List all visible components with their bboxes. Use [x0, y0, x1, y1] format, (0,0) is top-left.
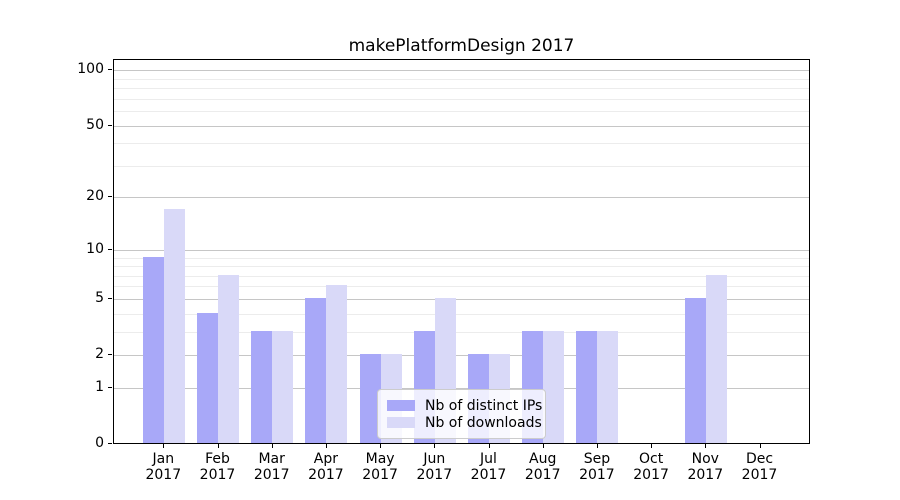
x-tick-year: 2017	[133, 467, 193, 483]
x-tick-year: 2017	[675, 467, 735, 483]
y-minor-gridline	[114, 111, 809, 112]
y-major-gridline	[114, 197, 809, 198]
y-tick-mark	[108, 443, 112, 444]
x-tick-label: Feb2017	[188, 451, 248, 483]
chart-figure: makePlatformDesign 2017 0 1 2 5 10 20 50 100 Jan…	[0, 0, 900, 500]
x-tick-mark	[597, 444, 598, 448]
x-tick-mark	[380, 444, 381, 448]
y-tick-label: 5	[36, 291, 104, 305]
y-minor-gridline	[114, 166, 809, 167]
x-tick-month: Apr	[296, 451, 356, 467]
x-tick-month: Mar	[242, 451, 302, 467]
x-tick-label: Jun2017	[404, 451, 464, 483]
x-tick-year: 2017	[459, 467, 519, 483]
legend-label-distinct-ips: Nb of distinct IPs	[425, 398, 542, 414]
y-tick-label: 2	[36, 347, 104, 361]
legend-swatch-distinct-ips-icon	[387, 400, 415, 411]
x-tick-label: Mar2017	[242, 451, 302, 483]
y-tick-mark	[108, 298, 112, 299]
x-tick-mark	[218, 444, 219, 448]
x-tick-label: Dec2017	[730, 451, 790, 483]
x-tick-year: 2017	[242, 467, 302, 483]
x-tick-year: 2017	[567, 467, 627, 483]
bar-downloads	[706, 275, 727, 443]
x-tick-mark	[651, 444, 652, 448]
y-minor-gridline	[114, 143, 809, 144]
bar-downloads	[272, 331, 293, 443]
x-tick-label: Jul2017	[459, 451, 519, 483]
bar-distinct-ips	[576, 331, 597, 443]
x-tick-month: Jun	[404, 451, 464, 467]
y-tick-label: 10	[36, 242, 104, 256]
x-tick-month: May	[350, 451, 410, 467]
y-tick-mark	[108, 387, 112, 388]
plot-area	[113, 59, 810, 444]
x-tick-year: 2017	[296, 467, 356, 483]
x-tick-label: Apr2017	[296, 451, 356, 483]
x-tick-year: 2017	[404, 467, 464, 483]
chart-title: makePlatformDesign 2017	[113, 36, 810, 56]
x-tick-mark	[272, 444, 273, 448]
bar-distinct-ips	[685, 298, 706, 443]
x-tick-label: Jan2017	[133, 451, 193, 483]
y-major-gridline	[114, 250, 809, 251]
bar-downloads	[218, 275, 239, 443]
legend: Nb of distinct IPs Nb of downloads	[377, 389, 546, 439]
bar-distinct-ips	[143, 257, 164, 444]
x-tick-label: Nov2017	[675, 451, 735, 483]
y-major-gridline	[114, 126, 809, 127]
x-tick-label: Sep2017	[567, 451, 627, 483]
x-tick-year: 2017	[513, 467, 573, 483]
y-tick-label: 50	[36, 118, 104, 132]
bar-distinct-ips	[251, 331, 272, 443]
y-tick-mark	[108, 125, 112, 126]
x-tick-mark	[489, 444, 490, 448]
x-tick-month: Jan	[133, 451, 193, 467]
x-tick-mark	[760, 444, 761, 448]
x-tick-mark	[705, 444, 706, 448]
y-tick-label: 0	[36, 436, 104, 450]
y-tick-label: 100	[36, 62, 104, 76]
bar-distinct-ips	[197, 313, 218, 443]
x-tick-label: Oct2017	[621, 451, 681, 483]
x-tick-label: Aug2017	[513, 451, 573, 483]
x-tick-month: Nov	[675, 451, 735, 467]
y-tick-label: 20	[36, 189, 104, 203]
x-tick-year: 2017	[730, 467, 790, 483]
x-tick-month: Oct	[621, 451, 681, 467]
bar-distinct-ips	[305, 298, 326, 443]
y-major-gridline	[114, 70, 809, 71]
x-tick-month: Dec	[730, 451, 790, 467]
legend-item-distinct-ips: Nb of distinct IPs	[387, 397, 535, 414]
y-minor-gridline	[114, 79, 809, 80]
bar-downloads	[543, 331, 564, 443]
bar-downloads	[164, 209, 185, 443]
y-tick-label: 1	[36, 380, 104, 394]
x-tick-mark	[543, 444, 544, 448]
x-tick-year: 2017	[350, 467, 410, 483]
x-tick-year: 2017	[621, 467, 681, 483]
x-tick-mark	[326, 444, 327, 448]
y-tick-mark	[108, 196, 112, 197]
y-tick-mark	[108, 69, 112, 70]
x-tick-month: Feb	[188, 451, 248, 467]
y-minor-gridline	[114, 266, 809, 267]
x-tick-mark	[163, 444, 164, 448]
y-tick-mark	[108, 354, 112, 355]
y-minor-gridline	[114, 99, 809, 100]
legend-label-downloads: Nb of downloads	[425, 415, 542, 431]
y-minor-gridline	[114, 258, 809, 259]
legend-swatch-downloads-icon	[387, 417, 415, 428]
y-minor-gridline	[114, 88, 809, 89]
x-tick-month: Jul	[459, 451, 519, 467]
x-tick-month: Aug	[513, 451, 573, 467]
legend-item-downloads: Nb of downloads	[387, 414, 535, 431]
x-tick-year: 2017	[188, 467, 248, 483]
y-tick-mark	[108, 249, 112, 250]
bar-downloads	[326, 285, 347, 443]
x-tick-label: May2017	[350, 451, 410, 483]
bar-downloads	[597, 331, 618, 443]
x-tick-mark	[434, 444, 435, 448]
x-tick-month: Sep	[567, 451, 627, 467]
